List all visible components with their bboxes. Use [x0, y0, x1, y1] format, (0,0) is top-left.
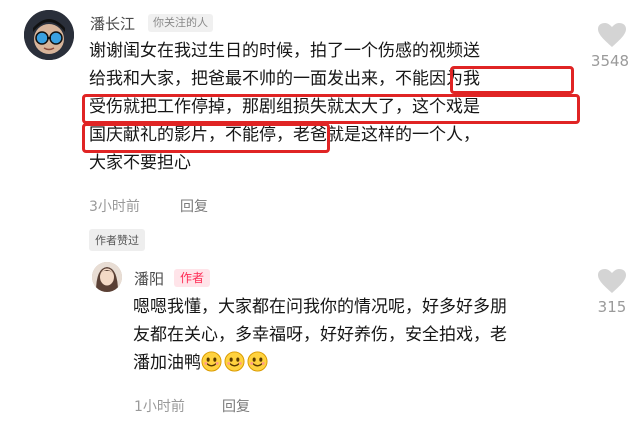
- liked-by-author-badge: 作者赞过: [89, 229, 145, 251]
- reply-button[interactable]: 回复: [222, 396, 250, 416]
- username[interactable]: 潘阳: [134, 268, 164, 289]
- highlight-box: [82, 94, 580, 124]
- comment-time: 1小时前: [134, 399, 185, 415]
- comment-text: 嗯嗯我懂，大家都在问我你的情况呢，好多好多朋 友都在关心，多幸福呀，好好养伤，安…: [133, 295, 507, 375]
- comment-line: 大家不要担心: [89, 153, 191, 173]
- smile-emoji-icon: [201, 351, 224, 373]
- comment-line: 给我和大家，把爸最不帅的一面发出来，不能因为我: [89, 69, 480, 89]
- comment-line: 潘加油鸭: [133, 351, 507, 375]
- avatar-portrait-icon: [24, 10, 74, 60]
- comment-line-text: 潘加油鸭: [133, 353, 201, 373]
- avatar[interactable]: [92, 262, 122, 292]
- heart-icon: [598, 269, 626, 293]
- follow-tag: 你关注的人: [148, 14, 213, 32]
- username[interactable]: 潘长江: [90, 13, 135, 34]
- smile-emoji-icon: [224, 351, 247, 373]
- like-button[interactable]: [592, 268, 632, 294]
- like-count: 315: [597, 298, 627, 316]
- avatar[interactable]: [24, 10, 74, 60]
- comment-line: 谢谢闺女在我过生日的时候，拍了一个伤感的视频送: [89, 41, 480, 61]
- smile-emoji-icon: [247, 351, 270, 373]
- heart-icon: [598, 23, 626, 47]
- like-button[interactable]: [592, 22, 632, 48]
- highlight-box: [450, 66, 574, 94]
- avatar-portrait-icon: [92, 262, 122, 292]
- like-count: 3548: [590, 52, 630, 70]
- highlight-box: [82, 123, 330, 153]
- reply-button[interactable]: 回复: [180, 196, 208, 216]
- author-tag: 作者: [174, 269, 211, 287]
- comment-line: 友都在关心，多幸福呀，好好养伤，安全拍戏，老: [133, 325, 507, 345]
- comment-line: 嗯嗯我懂，大家都在问我你的情况呢，好多好多朋: [133, 297, 507, 317]
- comment-time: 3小时前: [89, 199, 140, 215]
